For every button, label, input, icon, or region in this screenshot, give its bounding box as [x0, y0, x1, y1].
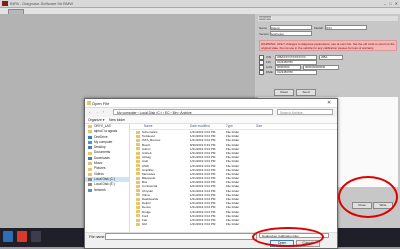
folder-icon [136, 159, 140, 163]
column-header-size[interactable]: Size [256, 124, 276, 129]
nav-item-icon [88, 141, 92, 145]
dialog-titlebar [85, 99, 337, 108]
folder-icon [136, 218, 140, 222]
window-buttons: – □ ✕ [384, 1, 398, 6]
file-rows: Schematics 1/21/2019 3:04 PM File folder To… [130, 130, 337, 226]
warning-box: WARNING: ONLY changes to diagnose parame… [259, 40, 397, 51]
folder-icon [136, 147, 140, 151]
field1b-label: Modell [314, 26, 323, 30]
nav-item-label: Network [94, 187, 106, 192]
minimize-button[interactable]: – [384, 1, 386, 6]
nav-item-icon [88, 178, 92, 182]
folder-icon [136, 201, 140, 205]
field1b-input[interactable]: MSV [325, 25, 367, 30]
folder-icon [136, 205, 140, 209]
nav-item-icon [88, 167, 92, 171]
app-taskbar-icon[interactable] [17, 231, 27, 242]
dialog-close-button[interactable]: ✕ [327, 100, 331, 106]
annotation-circle-open [252, 227, 324, 247]
folder-icon [136, 193, 140, 197]
nav-item-icon [88, 188, 92, 192]
folder-icon [136, 138, 140, 142]
dialog-title: Open File [92, 101, 110, 106]
column-header-date[interactable]: Date modified [190, 124, 226, 129]
search-input[interactable]: Search Archive [277, 109, 333, 115]
param-label: FW [266, 60, 271, 64]
folder-icon [136, 130, 140, 134]
forward-arrow-icon[interactable]: → [95, 109, 99, 114]
parameter-rows: VIN WBAXXXXXXXXXXXX WBA FW 0123456789 CA… [259, 54, 397, 75]
nav-item-icon [88, 125, 92, 129]
up-arrow-icon[interactable]: ↑ [102, 109, 104, 114]
nav-item-icon [88, 151, 92, 155]
right-panel-header [258, 16, 398, 21]
file-date: 1/21/2019 3:04 PM [190, 222, 216, 227]
open-file-dialog: Open File ✕ ← → ↑ My computer › Local Di… [84, 98, 338, 249]
app-logo-icon [2, 1, 8, 6]
column-header-name[interactable]: Name [130, 124, 190, 129]
folder-icon [136, 189, 140, 193]
annotation-circle-panel [338, 176, 398, 218]
param-label: VIN [266, 55, 272, 59]
organize-menu[interactable]: Organize ▾ [88, 118, 104, 122]
read-button[interactable]: Read [274, 89, 294, 96]
param-extra[interactable]: WBA [319, 54, 343, 60]
new-folder-button[interactable]: New folder [109, 118, 125, 122]
param-value[interactable]: 0123456789 [275, 69, 317, 75]
file-name: GM [142, 222, 147, 227]
nav-item[interactable]: Network [85, 188, 129, 193]
file-type: File folder [226, 222, 240, 227]
param-row: VIN WBAXXXXXXXXXXXX WBA [259, 54, 397, 60]
panel-tag: Hilfsgerät [259, 16, 272, 20]
navigation-pane: ORYX_LAS alpha7 la agnais OneDrive My compu… [85, 124, 130, 232]
folder-icon [136, 155, 140, 159]
folder-icon [136, 210, 140, 214]
dialog-toolbar: Organize ▾ New folder [85, 117, 337, 124]
param-row: DME 0123456789 [259, 69, 397, 75]
folder-icon [136, 185, 140, 189]
param-label: DME [266, 70, 273, 74]
folder-icon [136, 143, 140, 147]
param-row: CAS 00000000 0000000000000 [259, 64, 397, 70]
field1-label: Name [259, 26, 268, 30]
folder-icon [136, 214, 140, 218]
back-arrow-icon[interactable]: ← [88, 109, 92, 114]
nav-item-icon [88, 146, 92, 150]
column-header-type[interactable]: Type [226, 124, 256, 129]
field2-label: Version [259, 32, 270, 36]
folder-icon [87, 101, 91, 105]
param-label: CAS [266, 65, 273, 69]
start-icon[interactable] [3, 231, 13, 242]
filename-input[interactable] [105, 233, 257, 240]
close-window-button[interactable]: ✕ [395, 1, 398, 6]
file-row[interactable]: GM 1/21/2019 3:04 PM File folder [130, 222, 337, 226]
folder-icon [136, 151, 140, 155]
taskbar-icon[interactable] [31, 231, 41, 242]
folder-icon [136, 164, 140, 168]
field1-input[interactable]: Datenn [270, 25, 312, 30]
nav-item-icon [88, 135, 92, 139]
folder-icon [136, 134, 140, 138]
app-title: INPA - Diagnose-Software für BMW [10, 1, 74, 6]
field2-input[interactable]: bearbeiten [270, 31, 312, 36]
param-checkbox[interactable] [259, 69, 264, 75]
file-list: Name Date modified Type Size Schematics 1… [130, 124, 337, 232]
param-row: FW 0123456789 [259, 59, 397, 65]
send-button[interactable]: Send [296, 89, 316, 96]
address-bar[interactable]: My computer › Local Disk (C:) › EC › Bin… [113, 109, 273, 115]
nav-item-icon [88, 130, 92, 134]
nav-item-icon [88, 162, 92, 166]
folder-icon [136, 172, 140, 176]
file-name-cell: GM [130, 222, 190, 226]
nav-item-icon [88, 172, 92, 176]
folder-icon [136, 176, 140, 180]
folder-icon [136, 168, 140, 172]
nav-item-icon [88, 183, 92, 187]
filename-label: File name: [89, 235, 106, 239]
folder-icon [136, 180, 140, 184]
folder-icon [136, 222, 140, 226]
maximize-button[interactable]: □ [389, 1, 391, 6]
folder-icon [136, 197, 140, 201]
nav-item-icon [88, 156, 92, 160]
